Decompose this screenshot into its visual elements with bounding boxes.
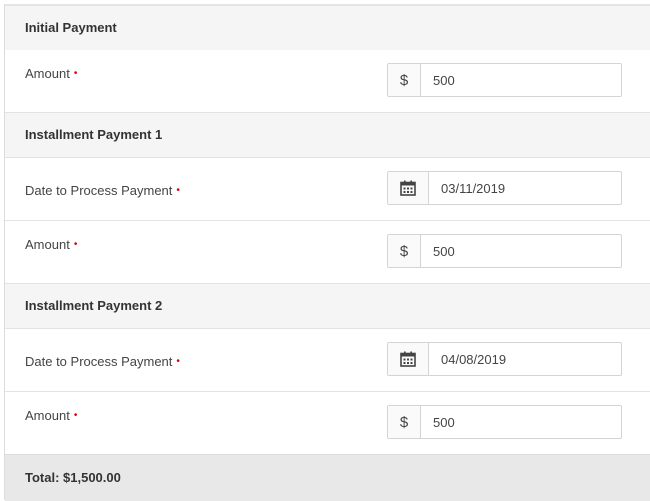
installment-1-date-value: 03/11/2019 (441, 181, 506, 196)
installment-2-date-input[interactable]: 04/08/2019 (387, 342, 622, 376)
installment-2-amount-label: Amount • (25, 408, 78, 423)
installment-2-amount-value: 500 (433, 415, 455, 430)
installment-1-amount-label: Amount • (25, 237, 78, 252)
dollar-icon: $ (388, 64, 421, 96)
required-marker: • (73, 239, 78, 250)
payment-schedule-panel: Initial Payment Amount • $ 500 Installmen… (4, 4, 650, 501)
installment-1-date-input[interactable]: 03/11/2019 (387, 171, 622, 205)
calendar-icon[interactable] (388, 172, 429, 204)
total-footer: Total: $1,500.00 (5, 454, 650, 501)
initial-amount-input[interactable]: $ 500 (387, 63, 622, 97)
installment-1-header: Installment Payment 1 (5, 112, 650, 158)
installment-2-amount-input[interactable]: $ 500 (387, 405, 622, 439)
installment-2-amount-row: Amount • $ 500 (5, 392, 650, 455)
required-marker: • (73, 68, 78, 79)
installment-2-date-row: Date to Process Payment • 04/08/2019 (5, 329, 650, 392)
initial-amount-label: Amount • (25, 66, 78, 81)
initial-payment-title: Initial Payment (25, 20, 117, 35)
initial-amount-row: Amount • $ 500 (5, 50, 650, 113)
installment-1-date-row: Date to Process Payment • 03/11/2019 (5, 158, 650, 221)
installment-1-amount-row: Amount • $ 500 (5, 221, 650, 284)
installment-2-header: Installment Payment 2 (5, 283, 650, 329)
installment-1-amount-input[interactable]: $ 500 (387, 234, 622, 268)
total-amount: Total: $1,500.00 (25, 470, 121, 485)
installment-2-date-value: 04/08/2019 (441, 352, 507, 367)
installment-1-title: Installment Payment 1 (25, 127, 163, 142)
calendar-icon[interactable] (388, 343, 429, 375)
installment-2-title: Installment Payment 2 (25, 298, 163, 313)
required-marker: • (176, 185, 180, 196)
required-marker: • (73, 410, 78, 421)
dollar-icon: $ (388, 406, 421, 438)
installment-2-date-label: Date to Process Payment • (25, 354, 180, 369)
installment-1-date-label: Date to Process Payment • (25, 183, 180, 198)
installment-1-amount-value: 500 (433, 244, 455, 259)
initial-amount-value: 500 (433, 73, 455, 88)
required-marker: • (176, 356, 180, 367)
initial-payment-header: Initial Payment (5, 5, 650, 51)
dollar-icon: $ (388, 235, 421, 267)
